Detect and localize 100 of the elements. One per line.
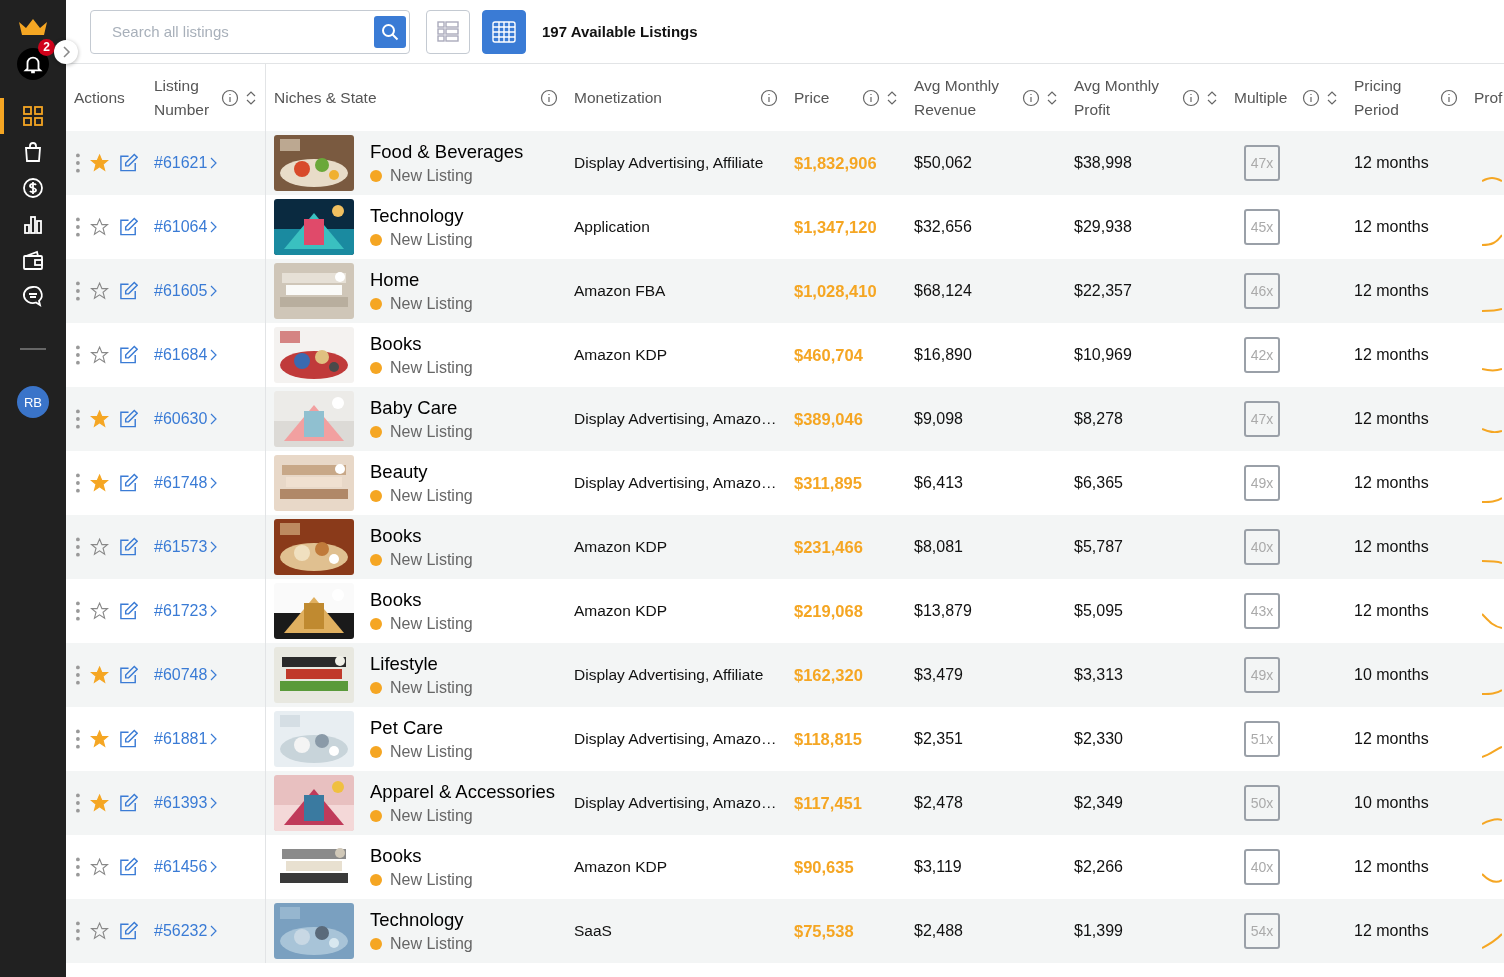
edit-icon[interactable] bbox=[118, 345, 138, 365]
star-icon[interactable] bbox=[89, 665, 109, 685]
star-icon[interactable] bbox=[89, 793, 109, 813]
star-icon[interactable] bbox=[89, 601, 109, 621]
star-icon[interactable] bbox=[89, 729, 109, 749]
status-dot bbox=[370, 874, 382, 886]
price-text: $460,704 bbox=[794, 345, 863, 365]
profit-text: $29,938 bbox=[1074, 218, 1132, 236]
info-icon[interactable] bbox=[1440, 88, 1458, 107]
drag-handle-icon[interactable] bbox=[76, 600, 80, 622]
info-icon[interactable] bbox=[760, 88, 778, 107]
listing-link[interactable]: #61064 bbox=[154, 218, 218, 236]
listing-state: New Listing bbox=[390, 679, 473, 697]
drag-handle-icon[interactable] bbox=[76, 664, 80, 686]
search-button[interactable] bbox=[374, 15, 406, 48]
star-icon[interactable] bbox=[89, 921, 109, 941]
edit-icon[interactable] bbox=[118, 537, 138, 557]
drag-handle-icon[interactable] bbox=[76, 792, 80, 814]
listing-state: New Listing bbox=[390, 423, 473, 441]
edit-icon[interactable] bbox=[118, 217, 138, 237]
info-icon[interactable] bbox=[1302, 88, 1320, 107]
info-icon[interactable] bbox=[221, 88, 239, 107]
drag-handle-icon[interactable] bbox=[76, 472, 80, 494]
info-icon[interactable] bbox=[540, 88, 558, 107]
chevron-right-icon bbox=[209, 348, 218, 362]
info-icon[interactable] bbox=[1022, 88, 1040, 107]
monetization-text: Display Advertising, Amazo… bbox=[574, 730, 777, 748]
drag-handle-icon[interactable] bbox=[76, 536, 80, 558]
price-text: $1,832,906 bbox=[794, 153, 877, 173]
column-header: Pricing Period bbox=[1354, 75, 1403, 120]
chevron-right-icon bbox=[209, 604, 218, 618]
chevron-right-icon bbox=[209, 156, 218, 170]
star-icon[interactable] bbox=[89, 281, 109, 301]
monetization-text: Display Advertising, Affiliate bbox=[574, 154, 764, 172]
chevron-right-icon bbox=[209, 284, 218, 298]
multiple-badge: 51x bbox=[1244, 721, 1280, 757]
listing-link[interactable]: #61684 bbox=[154, 346, 218, 364]
revenue-text: $13,879 bbox=[914, 602, 972, 620]
revenue-text: $50,062 bbox=[914, 154, 972, 172]
listing-link[interactable]: #61573 bbox=[154, 538, 218, 556]
status-dot bbox=[370, 298, 382, 310]
drag-handle-icon[interactable] bbox=[76, 728, 80, 750]
star-icon[interactable] bbox=[89, 345, 109, 365]
table-view-button[interactable] bbox=[482, 9, 526, 54]
niche-title: Beauty bbox=[370, 461, 429, 483]
profit-text: $8,278 bbox=[1074, 410, 1123, 428]
status-dot bbox=[370, 746, 382, 758]
listing-link[interactable]: #60748 bbox=[154, 666, 218, 684]
status-dot bbox=[370, 554, 382, 566]
chevron-right-icon bbox=[209, 924, 218, 938]
drag-handle-icon[interactable] bbox=[76, 920, 80, 942]
edit-icon[interactable] bbox=[118, 409, 138, 429]
star-icon[interactable] bbox=[89, 537, 109, 557]
listing-link[interactable]: #61456 bbox=[154, 858, 218, 876]
listing-link[interactable]: #61881 bbox=[154, 730, 218, 748]
listing-link[interactable]: #61393 bbox=[154, 794, 218, 812]
column-header: Prof bbox=[1474, 87, 1503, 108]
listing-state: New Listing bbox=[390, 487, 473, 505]
edit-icon[interactable] bbox=[118, 921, 138, 941]
listing-link[interactable]: #61748 bbox=[154, 474, 218, 492]
edit-icon[interactable] bbox=[118, 153, 138, 173]
search-field[interactable]: Search all listings bbox=[90, 9, 410, 54]
profit-text: $38,998 bbox=[1074, 154, 1132, 172]
multiple-badge: 42x bbox=[1244, 337, 1280, 373]
star-icon[interactable] bbox=[89, 153, 109, 173]
price-text: $311,895 bbox=[794, 473, 862, 493]
revenue-text: $2,478 bbox=[914, 794, 963, 812]
star-icon[interactable] bbox=[89, 857, 109, 877]
drag-handle-icon[interactable] bbox=[76, 856, 80, 878]
expand-button[interactable] bbox=[54, 40, 78, 64]
price-text: $389,046 bbox=[794, 409, 863, 429]
star-icon[interactable] bbox=[89, 473, 109, 493]
edit-icon[interactable] bbox=[118, 601, 138, 621]
chevron-right-icon bbox=[209, 412, 218, 426]
edit-icon[interactable] bbox=[118, 793, 138, 813]
edit-icon[interactable] bbox=[118, 665, 138, 685]
revenue-text: $32,656 bbox=[914, 218, 972, 236]
listing-link[interactable]: #61723 bbox=[154, 602, 218, 620]
wallet-icon bbox=[21, 248, 45, 272]
drag-handle-icon[interactable] bbox=[76, 344, 80, 366]
star-icon[interactable] bbox=[89, 409, 109, 429]
drag-handle-icon[interactable] bbox=[76, 216, 80, 238]
info-icon[interactable] bbox=[862, 88, 880, 107]
listing-link[interactable]: #60630 bbox=[154, 410, 218, 428]
listing-link[interactable]: #61621 bbox=[154, 154, 218, 172]
listing-link[interactable]: #56232 bbox=[154, 922, 218, 940]
user-avatar[interactable]: RB bbox=[17, 386, 49, 418]
edit-icon[interactable] bbox=[118, 473, 138, 493]
drag-handle-icon[interactable] bbox=[76, 152, 80, 174]
niche-title: Home bbox=[370, 269, 421, 291]
listing-link[interactable]: #61605 bbox=[154, 282, 218, 300]
edit-icon[interactable] bbox=[118, 857, 138, 877]
edit-icon[interactable] bbox=[118, 281, 138, 301]
info-icon[interactable] bbox=[1182, 88, 1200, 107]
drag-handle-icon[interactable] bbox=[76, 280, 80, 302]
star-icon[interactable] bbox=[89, 217, 109, 237]
edit-icon[interactable] bbox=[118, 729, 138, 749]
drag-handle-icon[interactable] bbox=[76, 408, 80, 430]
revenue-text: $16,890 bbox=[914, 346, 972, 364]
niche-title: Books bbox=[370, 589, 423, 611]
